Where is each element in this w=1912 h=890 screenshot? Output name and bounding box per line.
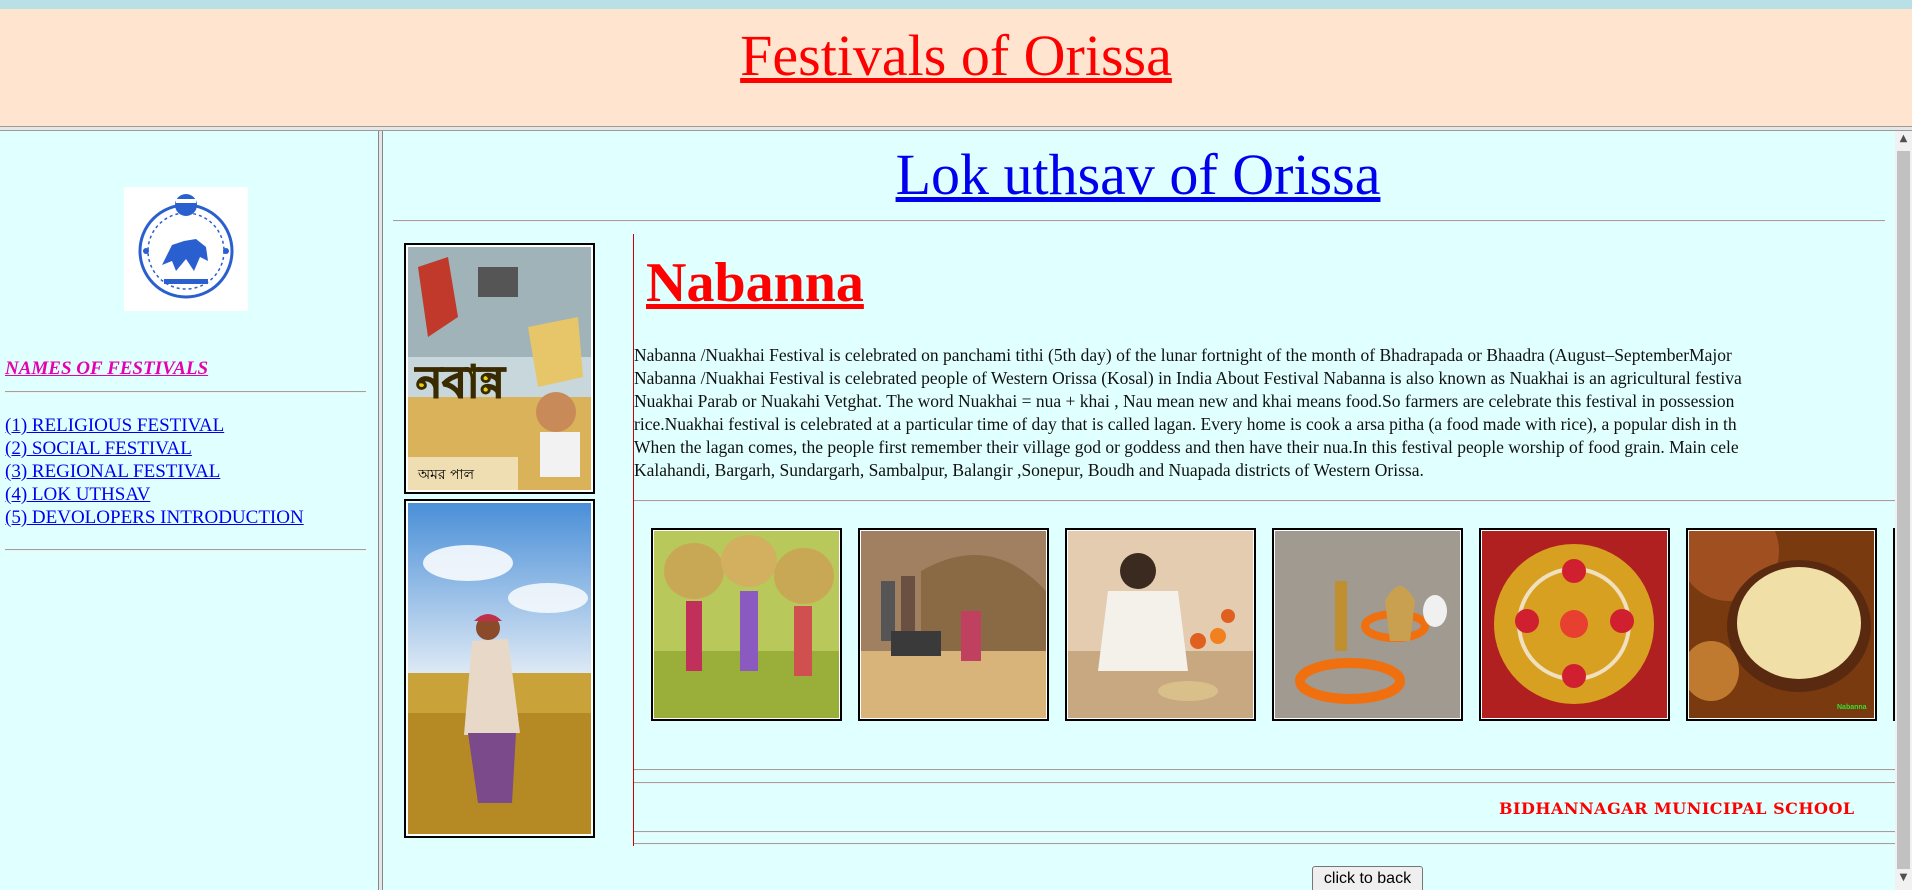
gallery-image-kheer: Nabanna — [1686, 528, 1877, 721]
nav-link-religious-festival[interactable]: (1) RELIGIOUS FESTIVAL — [5, 415, 224, 436]
sidebar: NAMES OF FESTIVALS (1) RELIGIOUS FESTIVA… — [0, 131, 378, 890]
footer-divider-bottom — [634, 843, 1895, 845]
back-button[interactable]: click to back — [1312, 866, 1423, 890]
gallery-image-harvest-carry — [651, 528, 842, 721]
nav-item-social: (2) SOCIAL FESTIVAL — [5, 437, 304, 460]
gallery-image-threshing — [858, 528, 1049, 721]
description-line: Nabanna /Nuakhai Festival is celebrated … — [634, 368, 1742, 388]
main-frame: Lok uthsav of Orissa নবান্ন অমর পাল Naba… — [383, 131, 1895, 890]
scroll-down-arrow-icon[interactable]: ▼ — [1895, 872, 1912, 889]
section-title: Lok uthsav of Orissa — [895, 142, 1381, 207]
description-line: When the lagan comes, the people first r… — [634, 437, 1739, 457]
main-scrollbar[interactable]: ▲ ▼ — [1895, 131, 1912, 890]
footer-divider-mid — [634, 831, 1895, 833]
nav-link-lok-uthsav[interactable]: (4) LOK UTHSAV — [5, 484, 150, 505]
section-title-divider — [393, 220, 1885, 222]
gallery-image-puja — [1272, 528, 1463, 721]
description-line: Nuakhai Parab or Nuakahi Vetghat. The wo… — [634, 391, 1735, 411]
gallery-divider — [634, 769, 1895, 771]
gallery-image-rangoli — [1479, 528, 1670, 721]
description-line: Nabanna /Nuakhai Festival is celebrated … — [634, 345, 1732, 365]
description-line: rice.Nuakhai festival is celebrated at a… — [634, 414, 1737, 434]
nav-item-developers: (5) DEVOLOPERS INTRODUCTION — [5, 506, 304, 529]
gallery-caption-text: Nabanna — [1837, 704, 1867, 711]
sidebar-divider — [5, 391, 366, 393]
gallery-image-offering — [1065, 528, 1256, 721]
content-left-rule — [633, 234, 634, 846]
festival-title: Nabanna — [646, 252, 864, 314]
scroll-up-arrow-icon[interactable]: ▲ — [1895, 133, 1912, 150]
page-title: Festivals of Orissa — [740, 23, 1172, 88]
top-strip — [0, 0, 1912, 9]
nav-link-developers-introduction[interactable]: (5) DEVOLOPERS INTRODUCTION — [5, 507, 304, 528]
description-divider — [634, 500, 1895, 502]
state-emblem-icon — [124, 187, 248, 311]
nabanna-poster-image: নবান্ন অমর পাল — [404, 243, 595, 494]
nav-item-regional: (3) REGIONAL FESTIVAL — [5, 460, 304, 483]
sidebar-divider — [5, 549, 366, 551]
festival-description: Nabanna /Nuakhai Festival is celebrated … — [634, 344, 1895, 482]
poster-title-text: নবান্ন — [414, 357, 507, 408]
description-line: Kalahandi, Bargarh, Sundargarh, Sambalpu… — [634, 460, 1424, 480]
nav-item-lok-uthsav: (4) LOK UTHSAV — [5, 483, 304, 506]
nav-link-social-festival[interactable]: (2) SOCIAL FESTIVAL — [5, 438, 192, 459]
festival-nav-list: (1) RELIGIOUS FESTIVAL (2) SOCIAL FESTIV… — [5, 414, 304, 529]
festival-gallery: Nabanna — [651, 528, 1895, 723]
nav-link-regional-festival[interactable]: (3) REGIONAL FESTIVAL — [5, 461, 220, 482]
footer-divider-top — [634, 782, 1895, 784]
header-frame: Festivals of Orissa — [0, 9, 1912, 126]
poster-caption-text: অমর পাল — [417, 467, 475, 483]
festival-names-heading: NAMES OF FESTIVALS — [5, 358, 209, 379]
nav-item-religious: (1) RELIGIOUS FESTIVAL — [5, 414, 304, 437]
scrollbar-thumb[interactable] — [1897, 151, 1910, 869]
school-name: BIDHANNAGAR MUNICIPAL SCHOOL — [1499, 799, 1855, 818]
farmer-harvest-image — [404, 499, 595, 838]
